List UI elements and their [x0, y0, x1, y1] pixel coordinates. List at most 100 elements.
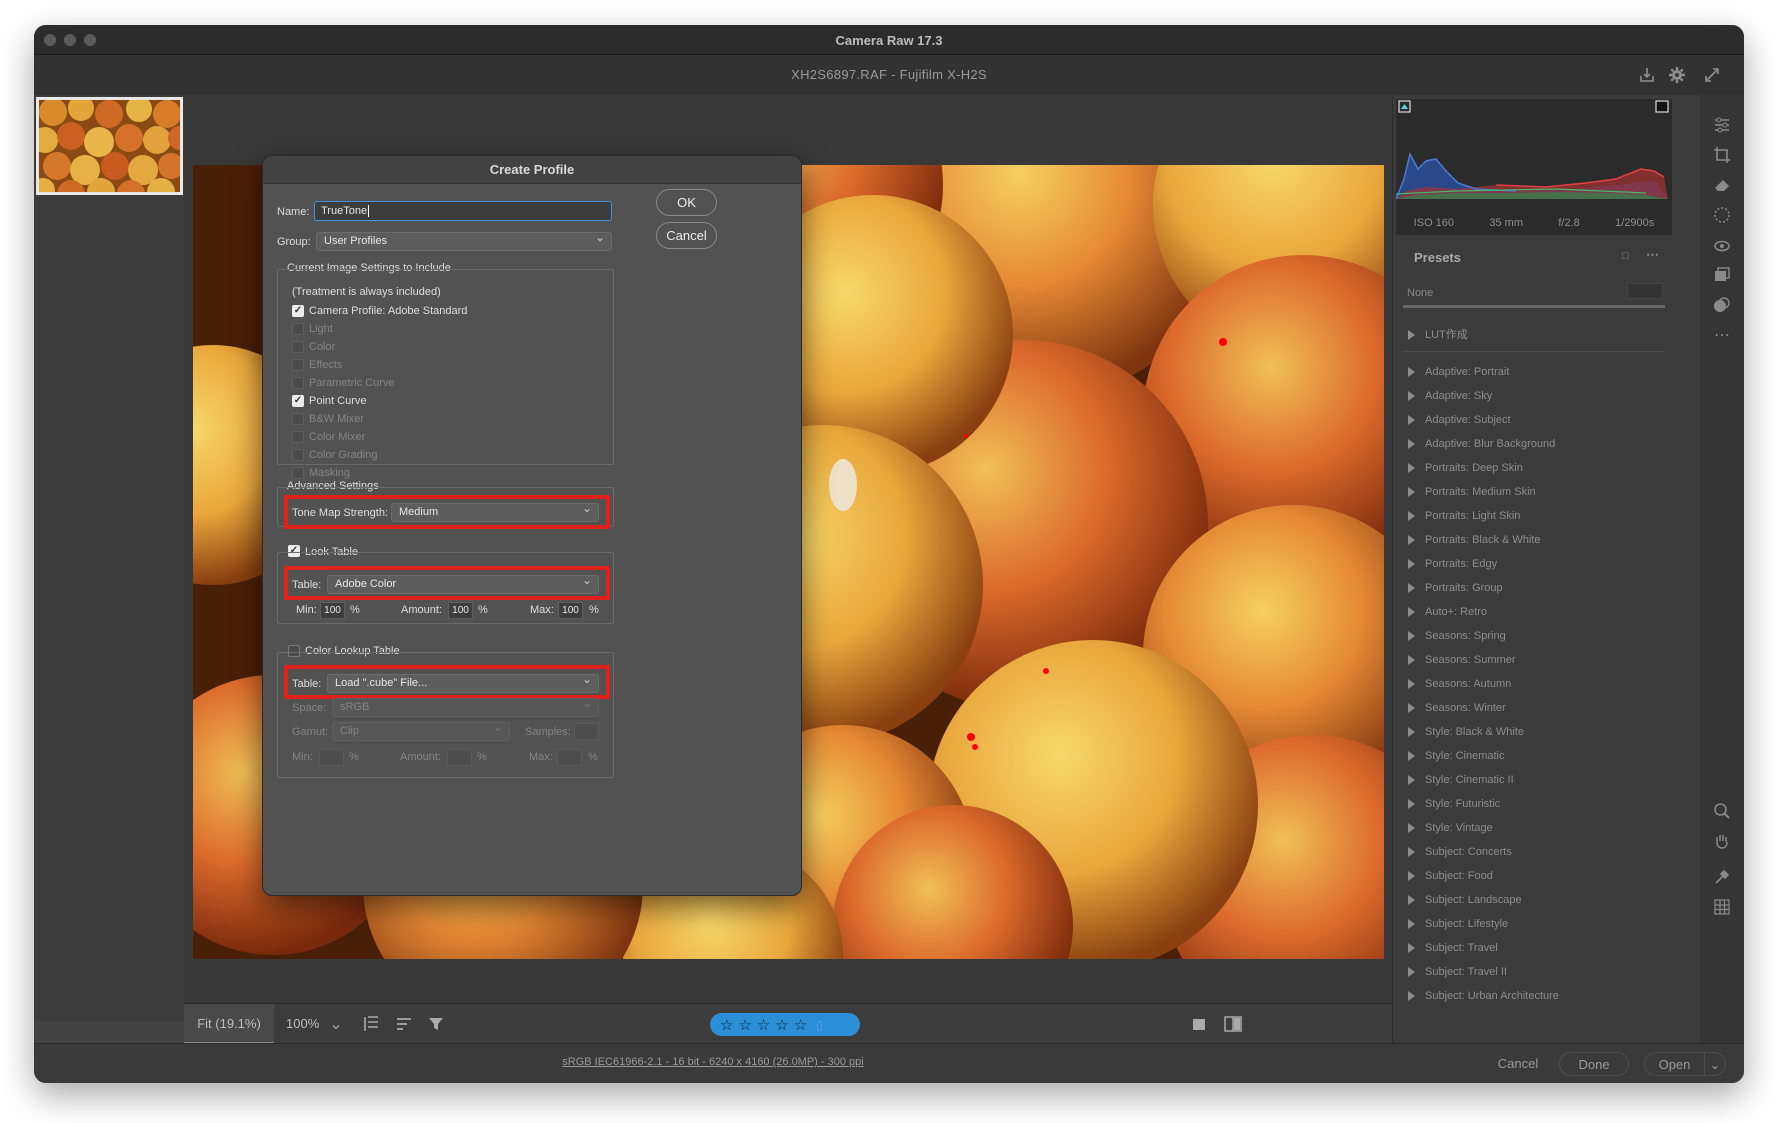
single-view-icon[interactable] [1187, 1012, 1211, 1036]
star-icon[interactable]: ☆ [794, 1016, 807, 1034]
preset-group[interactable]: Subject: Landscape [1403, 888, 1667, 912]
setting-checkbox[interactable]: ✓ [292, 305, 304, 317]
presets-icon[interactable] [1710, 293, 1734, 317]
save-icon[interactable] [1635, 63, 1659, 87]
amount-input[interactable]: 100 [448, 602, 473, 619]
setting-checkbox[interactable] [292, 359, 304, 371]
rating-bar[interactable]: ☆ ☆ ☆ ☆ ☆ ▯ [710, 1013, 860, 1036]
done-button[interactable]: Done [1559, 1052, 1629, 1076]
preset-amount-track[interactable] [1403, 305, 1665, 308]
preset-amount-slider[interactable]: None [1403, 279, 1667, 311]
preset-group[interactable]: Seasons: Autumn [1403, 672, 1667, 696]
dialog-cancel-button[interactable]: Cancel [656, 222, 717, 249]
setting-row[interactable]: Color Grading [292, 446, 592, 464]
preset-group[interactable]: Style: Black & White [1403, 720, 1667, 744]
space-dropdown[interactable]: sRGB [332, 696, 599, 717]
setting-checkbox[interactable] [292, 413, 304, 425]
clut-max-input[interactable] [557, 749, 582, 766]
star-icon[interactable]: ☆ [757, 1016, 770, 1034]
preset-group[interactable]: Adaptive: Sky [1403, 384, 1667, 408]
preset-group[interactable]: LUT作成 [1403, 323, 1665, 347]
setting-checkbox[interactable] [292, 341, 304, 353]
open-options-chevron-icon[interactable]: ⌄ [1704, 1052, 1726, 1076]
preset-group[interactable]: Portraits: Deep Skin [1403, 456, 1667, 480]
sort-icon[interactable] [392, 1012, 416, 1036]
max-input[interactable]: 100 [558, 602, 583, 619]
setting-row[interactable]: Parametric Curve [292, 374, 592, 392]
hand-tool-icon[interactable] [1710, 829, 1734, 853]
star-icon[interactable]: ☆ [720, 1016, 733, 1034]
setting-checkbox[interactable]: ✓ [292, 395, 304, 407]
setting-row[interactable]: B&W Mixer [292, 410, 592, 428]
grid-icon[interactable] [1710, 895, 1734, 919]
preset-group[interactable]: Portraits: Edgy [1403, 552, 1667, 576]
star-icon[interactable]: ☆ [775, 1016, 788, 1034]
star-icon[interactable]: ☆ [738, 1016, 751, 1034]
setting-row[interactable]: Effects [292, 356, 592, 374]
filmstrip-thumbnail[interactable] [36, 97, 183, 195]
filmstrip-layout-icon[interactable] [359, 1012, 383, 1036]
filter-icon[interactable] [424, 1012, 448, 1036]
more-options-icon[interactable]: ⋯ [1646, 247, 1659, 263]
trash-icon[interactable]: ▯ [816, 1018, 823, 1032]
setting-row[interactable]: Color [292, 338, 592, 356]
preset-group[interactable]: Seasons: Winter [1403, 696, 1667, 720]
expand-icon[interactable] [1700, 63, 1724, 87]
preset-group[interactable]: Portraits: Medium Skin [1403, 480, 1667, 504]
preset-group[interactable]: Style: Cinematic II [1403, 768, 1667, 792]
chevron-down-icon[interactable]: ⌄ [324, 1012, 348, 1036]
preset-group[interactable]: Subject: Lifestyle [1403, 912, 1667, 936]
preset-group[interactable]: Subject: Travel II [1403, 960, 1667, 984]
profile-name-input[interactable]: TrueTone [314, 201, 612, 221]
clut-min-input[interactable] [319, 749, 344, 766]
workflow-options-link[interactable]: sRGB IEC61966-2.1 - 16 bit - 6240 x 4160… [34, 1056, 1392, 1068]
snapshots-icon[interactable] [1710, 263, 1734, 287]
new-preset-icon[interactable]: □ [1622, 250, 1629, 262]
group-dropdown[interactable]: User Profiles [316, 230, 612, 251]
preset-group[interactable]: Seasons: Spring [1403, 624, 1667, 648]
white-balance-eyedropper-icon[interactable] [1710, 865, 1734, 889]
gamut-dropdown[interactable]: Clip [332, 720, 510, 741]
setting-row[interactable]: ✓ Camera Profile: Adobe Standard [292, 302, 592, 320]
crop-icon[interactable] [1710, 143, 1734, 167]
preset-group[interactable]: Adaptive: Subject [1403, 408, 1667, 432]
ok-button[interactable]: OK [656, 189, 717, 216]
setting-row[interactable]: Color Mixer [292, 428, 592, 446]
cancel-button[interactable]: Cancel [1484, 1052, 1552, 1076]
setting-checkbox[interactable] [292, 323, 304, 335]
preset-group[interactable]: Style: Vintage [1403, 816, 1667, 840]
clut-amount-input[interactable] [447, 749, 472, 766]
eraser-icon[interactable] [1710, 173, 1734, 197]
preset-group[interactable]: Adaptive: Blur Background [1403, 432, 1667, 456]
preset-group[interactable]: Subject: Urban Architecture [1403, 984, 1667, 1008]
setting-checkbox[interactable] [292, 449, 304, 461]
preset-group[interactable]: Subject: Concerts [1403, 840, 1667, 864]
setting-row[interactable]: ✓ Point Curve [292, 392, 592, 410]
setting-checkbox[interactable] [292, 431, 304, 443]
masking-icon[interactable] [1710, 203, 1734, 227]
samples-input[interactable] [574, 723, 599, 740]
open-button[interactable]: Open [1644, 1052, 1704, 1076]
setting-checkbox[interactable] [292, 377, 304, 389]
preset-amount-input[interactable] [1627, 283, 1663, 299]
setting-row[interactable]: Light [292, 320, 592, 338]
preset-group[interactable]: Adaptive: Portrait [1403, 360, 1667, 384]
edit-sliders-icon[interactable] [1710, 113, 1734, 137]
preset-group[interactable]: Seasons: Summer [1403, 648, 1667, 672]
min-input[interactable]: 100 [320, 602, 345, 619]
red-eye-icon[interactable] [1710, 233, 1734, 257]
preset-group[interactable]: Portraits: Black & White [1403, 528, 1667, 552]
zoom-tool-icon[interactable] [1710, 799, 1734, 823]
preset-group[interactable]: Portraits: Light Skin [1403, 504, 1667, 528]
fit-zoom-button[interactable]: Fit (19.1%) [184, 1004, 274, 1044]
preset-group[interactable]: Portraits: Group [1403, 576, 1667, 600]
highlight-clipping-toggle[interactable] [1655, 100, 1669, 113]
preset-group[interactable]: Style: Cinematic [1403, 744, 1667, 768]
preset-group[interactable]: Auto+: Retro [1403, 600, 1667, 624]
preset-group[interactable]: Style: Futuristic [1403, 792, 1667, 816]
compare-view-icon[interactable] [1221, 1012, 1245, 1036]
preset-group[interactable]: Subject: Travel [1403, 936, 1667, 960]
setting-checkbox[interactable] [292, 467, 304, 479]
more-tools-icon[interactable]: ⋯ [1710, 323, 1734, 347]
gear-icon[interactable] [1665, 63, 1689, 87]
